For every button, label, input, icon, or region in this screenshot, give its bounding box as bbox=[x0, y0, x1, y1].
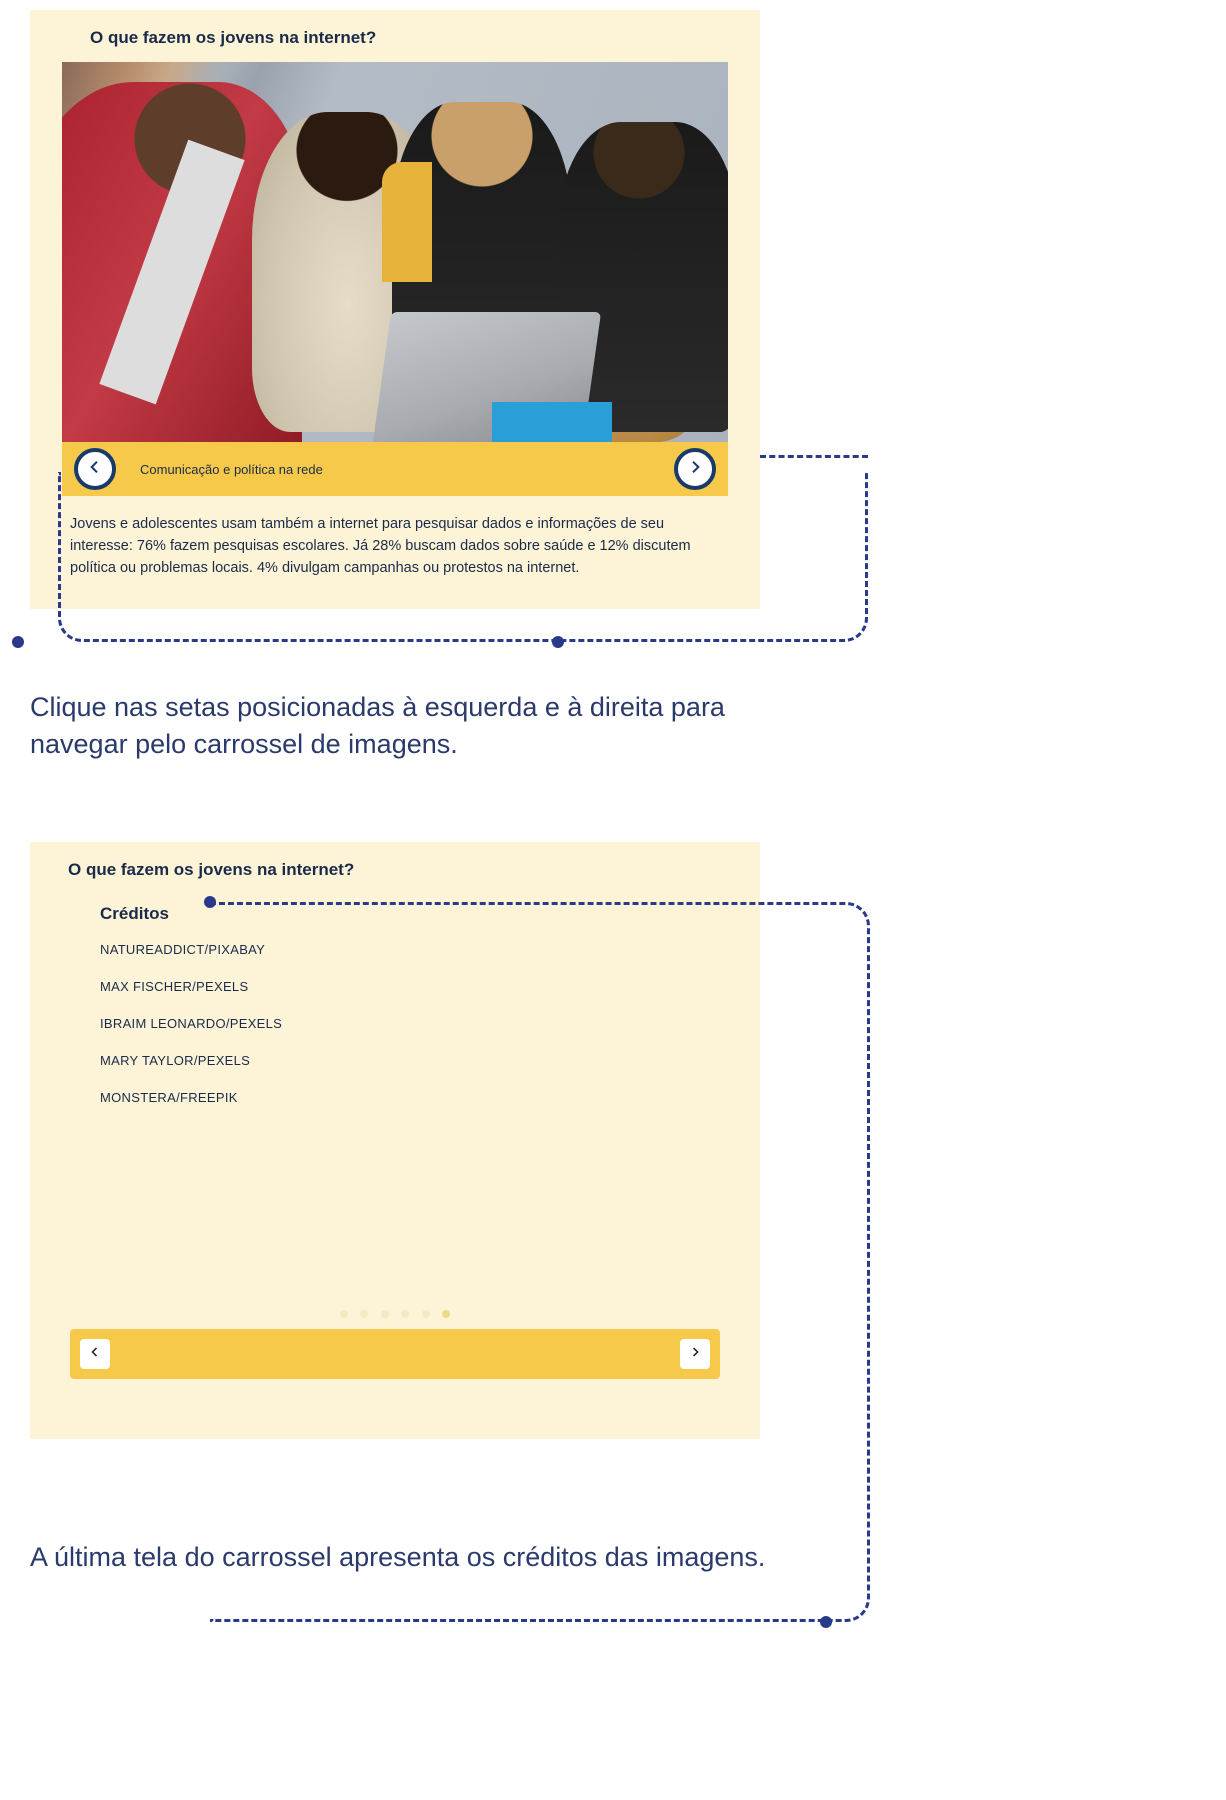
callout-connector bbox=[760, 455, 868, 458]
carousel-title: O que fazem os jovens na internet? bbox=[30, 10, 760, 62]
chevron-left-icon bbox=[89, 1345, 101, 1363]
instruction-callout-1: Clique nas setas posicionadas à esquerda… bbox=[30, 689, 790, 762]
pager-dot[interactable] bbox=[340, 1310, 348, 1318]
chevron-right-icon bbox=[687, 459, 703, 480]
credit-item: IBRAIM LEONARDO/PEXELS bbox=[100, 1016, 700, 1031]
carousel-image bbox=[62, 62, 728, 442]
carousel-prev-button[interactable] bbox=[74, 448, 116, 490]
carousel-caption-bar bbox=[70, 1329, 720, 1379]
credit-item: NATUREADDICT/PIXABAY bbox=[100, 942, 700, 957]
pager-dot-active[interactable] bbox=[442, 1310, 450, 1318]
figure-clothing bbox=[492, 402, 612, 442]
chevron-left-icon bbox=[87, 459, 103, 480]
section-carousel-example-1: O que fazem os jovens na internet? Comun… bbox=[0, 10, 1226, 762]
pager-dot[interactable] bbox=[360, 1310, 368, 1318]
pager-dot[interactable] bbox=[401, 1310, 409, 1318]
pager-dot[interactable] bbox=[381, 1310, 389, 1318]
credits-heading: Créditos bbox=[100, 904, 700, 924]
carousel-next-button[interactable] bbox=[680, 1339, 710, 1369]
carousel-caption-bar: Comunicação e política na rede bbox=[62, 442, 728, 496]
carousel-caption: Comunicação e política na rede bbox=[140, 462, 323, 477]
carousel-pager bbox=[30, 1305, 760, 1323]
carousel-card-1: O que fazem os jovens na internet? Comun… bbox=[30, 10, 760, 609]
carousel-card-2: O que fazem os jovens na internet? Crédi… bbox=[30, 842, 760, 1439]
credit-item: MARY TAYLOR/PEXELS bbox=[100, 1053, 700, 1068]
credit-item: MONSTERA/FREEPIK bbox=[100, 1090, 700, 1105]
carousel-description: Jovens e adolescentes usam também a inte… bbox=[30, 496, 760, 579]
credit-item: MAX FISCHER/PEXELS bbox=[100, 979, 700, 994]
instruction-callout-2: A última tela do carrossel apresenta os … bbox=[30, 1539, 950, 1575]
carousel-prev-button[interactable] bbox=[80, 1339, 110, 1369]
connector-dot bbox=[552, 636, 564, 648]
carousel-title: O que fazem os jovens na internet? bbox=[30, 842, 760, 894]
pager-dot[interactable] bbox=[422, 1310, 430, 1318]
connector-dot bbox=[12, 636, 24, 648]
credits-block: Créditos NATUREADDICT/PIXABAY MAX FISCHE… bbox=[30, 894, 760, 1105]
section-carousel-example-2: O que fazem os jovens na internet? Crédi… bbox=[0, 842, 1226, 1575]
connector-dot bbox=[820, 1616, 832, 1628]
carousel-next-button[interactable] bbox=[674, 448, 716, 490]
chevron-right-icon bbox=[689, 1345, 701, 1363]
